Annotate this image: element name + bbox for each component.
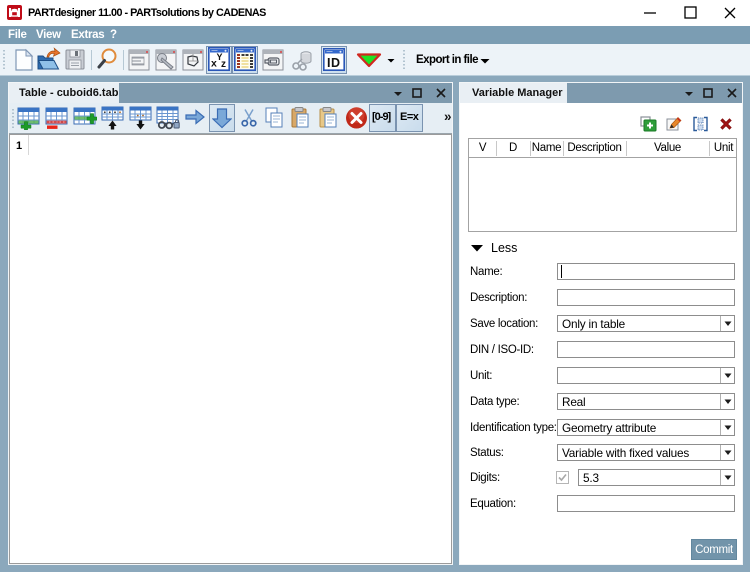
svg-text:ID: ID — [327, 56, 340, 70]
svg-text:z: z — [221, 59, 226, 70]
